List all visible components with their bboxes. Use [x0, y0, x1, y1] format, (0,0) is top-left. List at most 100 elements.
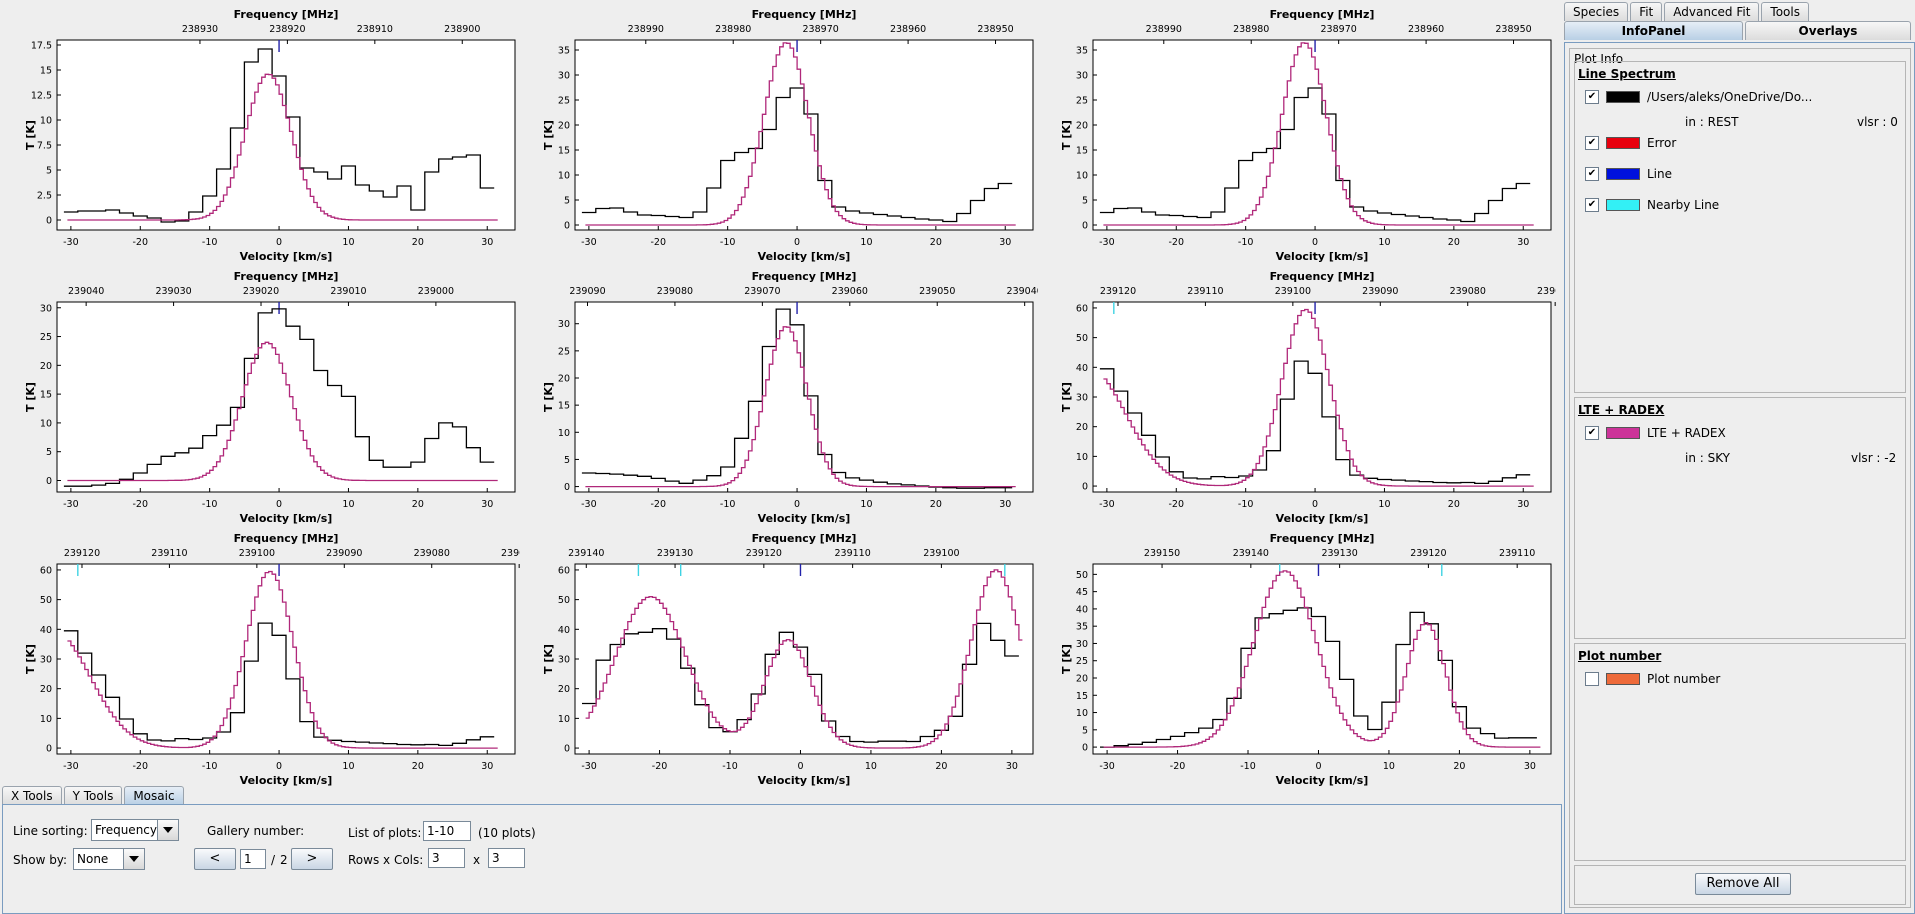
y-axis-title: T [K] [24, 120, 37, 150]
velocity-tick-label: 30 [1517, 499, 1529, 510]
spectrum-plot[interactable]: Frequency [MHz] 239040 239030 239020 239010 2… [0, 262, 520, 524]
frequency-tick-label: 239010 [330, 286, 366, 297]
velocity-tick-label: -30 [581, 761, 597, 772]
previous-page-button[interactable]: < [194, 848, 236, 870]
velocity-tick-label: 0 [1312, 237, 1318, 248]
tab-y-tools[interactable]: Y Tools [63, 786, 123, 805]
next-page-button[interactable]: > [291, 848, 333, 870]
nearby-line-color-swatch[interactable] [1606, 199, 1640, 211]
y-tick-label: 10 [40, 116, 52, 127]
plot-number-label: Plot number [1647, 672, 1721, 686]
frequency-tick-label: 239110 [1499, 548, 1535, 559]
chevron-down-icon[interactable] [123, 849, 144, 869]
y-tick-label: 30 [558, 319, 570, 330]
nearby-line-checkbox[interactable]: ✔ [1585, 198, 1599, 212]
spectrum-plot-svg: Frequency [MHz] 238990 238980 238970 238960 2… [1060, 8, 1552, 262]
file-color-swatch[interactable] [1606, 91, 1640, 103]
line-sorting-select[interactable]: Frequency [91, 819, 179, 841]
velocity-tick-label: 30 [999, 237, 1011, 248]
remove-all-area: Remove All [1574, 865, 1906, 905]
y-tick-label: 15 [40, 390, 52, 401]
tab-species[interactable]: Species [1564, 2, 1629, 21]
frequency-tick-label: 239040 [1007, 286, 1038, 297]
tab-mosaic[interactable]: Mosaic [124, 786, 184, 805]
file-checkbox[interactable]: ✔ [1585, 90, 1599, 104]
cols-input[interactable]: 3 [488, 848, 525, 868]
y-tick-label: 10 [558, 428, 570, 439]
y-tick-label: 12.5 [31, 91, 52, 102]
error-color-swatch[interactable] [1606, 137, 1640, 149]
velocity-tick-label: 20 [412, 499, 424, 510]
rows-input[interactable]: 3 [428, 848, 465, 868]
frequency-tick-label: 238970 [1321, 24, 1357, 35]
tab-tools[interactable]: Tools [1761, 2, 1809, 21]
remove-all-button[interactable]: Remove All [1695, 873, 1791, 895]
velocity-tick-label: 0 [1315, 761, 1321, 772]
tab-x-tools[interactable]: X Tools [2, 786, 62, 805]
velocity-tick-label: -20 [133, 761, 149, 772]
y-tick-label: 20 [40, 684, 52, 695]
spectrum-plot[interactable]: Frequency [MHz] 239140 239130 239120 239110 2… [518, 524, 1038, 786]
y-tick-label: 15 [558, 146, 570, 157]
frequency-tick-label: 239100 [1275, 286, 1311, 297]
y-axis-title: T [K] [24, 644, 37, 674]
frequency-axis-title: Frequency [MHz] [234, 8, 339, 21]
tab-overlays[interactable]: Overlays [1745, 21, 1911, 40]
spectrum-plot[interactable]: Frequency [MHz] 239150 239140 239130 239120 2… [1036, 524, 1556, 786]
y-tick-label: 25 [40, 332, 52, 343]
plot-number-checkbox[interactable] [1585, 672, 1599, 686]
nearby-line-label: Nearby Line [1647, 198, 1720, 212]
tab-infopanel[interactable]: InfoPanel [1564, 21, 1743, 40]
list-of-plots-label: List of plots: [348, 826, 422, 840]
tab-fit[interactable]: Fit [1630, 2, 1663, 21]
frequency-tick-label: 239000 [418, 286, 454, 297]
spectrum-plot[interactable]: Frequency [MHz] 239120 239110 239100 239090 2… [1036, 262, 1556, 524]
lte-radex-color-swatch[interactable] [1606, 427, 1640, 439]
line-color-swatch[interactable] [1606, 168, 1640, 180]
y-tick-label: 10 [1076, 708, 1088, 719]
y-tick-label: 5 [1082, 196, 1088, 207]
list-of-plots-input[interactable]: 1-10 [423, 821, 471, 841]
frequency-axis-title: Frequency [MHz] [1270, 532, 1375, 545]
file-label: /Users/aleks/OneDrive/Do... [1647, 90, 1813, 104]
chevron-down-icon[interactable] [157, 820, 178, 840]
y-tick-label: 0 [1082, 743, 1088, 754]
plot-number-color-swatch[interactable] [1606, 673, 1640, 685]
spectrum-plot[interactable]: Frequency [MHz] 238990 238980 238970 238960 2… [518, 0, 1038, 262]
frequency-axis-title: Frequency [MHz] [752, 8, 857, 21]
y-tick-label: 20 [1076, 674, 1088, 685]
line-checkbox[interactable]: ✔ [1585, 167, 1599, 181]
lte-radex-checkbox[interactable]: ✔ [1585, 426, 1599, 440]
y-tick-label: 35 [558, 46, 570, 57]
gallery-page-input[interactable]: 1 [240, 849, 266, 869]
tab-advanced-fit[interactable]: Advanced Fit [1664, 2, 1760, 21]
show-by-select[interactable]: None [73, 848, 145, 870]
frequency-tick-label: 238990 [1146, 24, 1182, 35]
y-tick-label: 10 [558, 714, 570, 725]
spectrum-plot[interactable]: Frequency [MHz] 239090 239080 239070 239060 2… [518, 262, 1038, 524]
frequency-tick-label: 239120 [1410, 548, 1446, 559]
spectrum-plot-svg: Frequency [MHz] 239040 239030 239020 239010 2… [24, 270, 516, 524]
y-axis-title: T [K] [1060, 382, 1073, 412]
y-tick-label: 0 [564, 221, 570, 232]
velocity-tick-label: 20 [930, 237, 942, 248]
y-tick-label: 10 [40, 714, 52, 725]
y-tick-label: 30 [1076, 393, 1088, 404]
page-total: 2 [280, 853, 288, 867]
rows-cols-label: Rows x Cols: [348, 853, 424, 867]
y-tick-label: 0 [46, 216, 52, 227]
y-tick-label: 0 [46, 744, 52, 755]
velocity-tick-label: 10 [342, 237, 354, 248]
velocity-tick-label: 0 [1312, 499, 1318, 510]
spectrum-plot[interactable]: Frequency [MHz] 239120 239110 239100 239090 2… [0, 524, 520, 786]
y-tick-label: 25 [1076, 656, 1088, 667]
frequency-tick-label: 239030 [155, 286, 191, 297]
error-checkbox[interactable]: ✔ [1585, 136, 1599, 150]
line-sorting-label: Line sorting: [13, 824, 88, 838]
frequency-tick-label: 238930 [182, 24, 218, 35]
legend-item-error: ✔ Error [1585, 136, 1676, 150]
y-tick-label: 40 [1076, 363, 1088, 374]
spectrum-plot[interactable]: Frequency [MHz] 238990 238980 238970 238960 2… [1036, 0, 1556, 262]
spectrum-plot[interactable]: Frequency [MHz] 238930 238920 238910 238900 -… [0, 0, 520, 262]
velocity-tick-label: 30 [1517, 237, 1529, 248]
